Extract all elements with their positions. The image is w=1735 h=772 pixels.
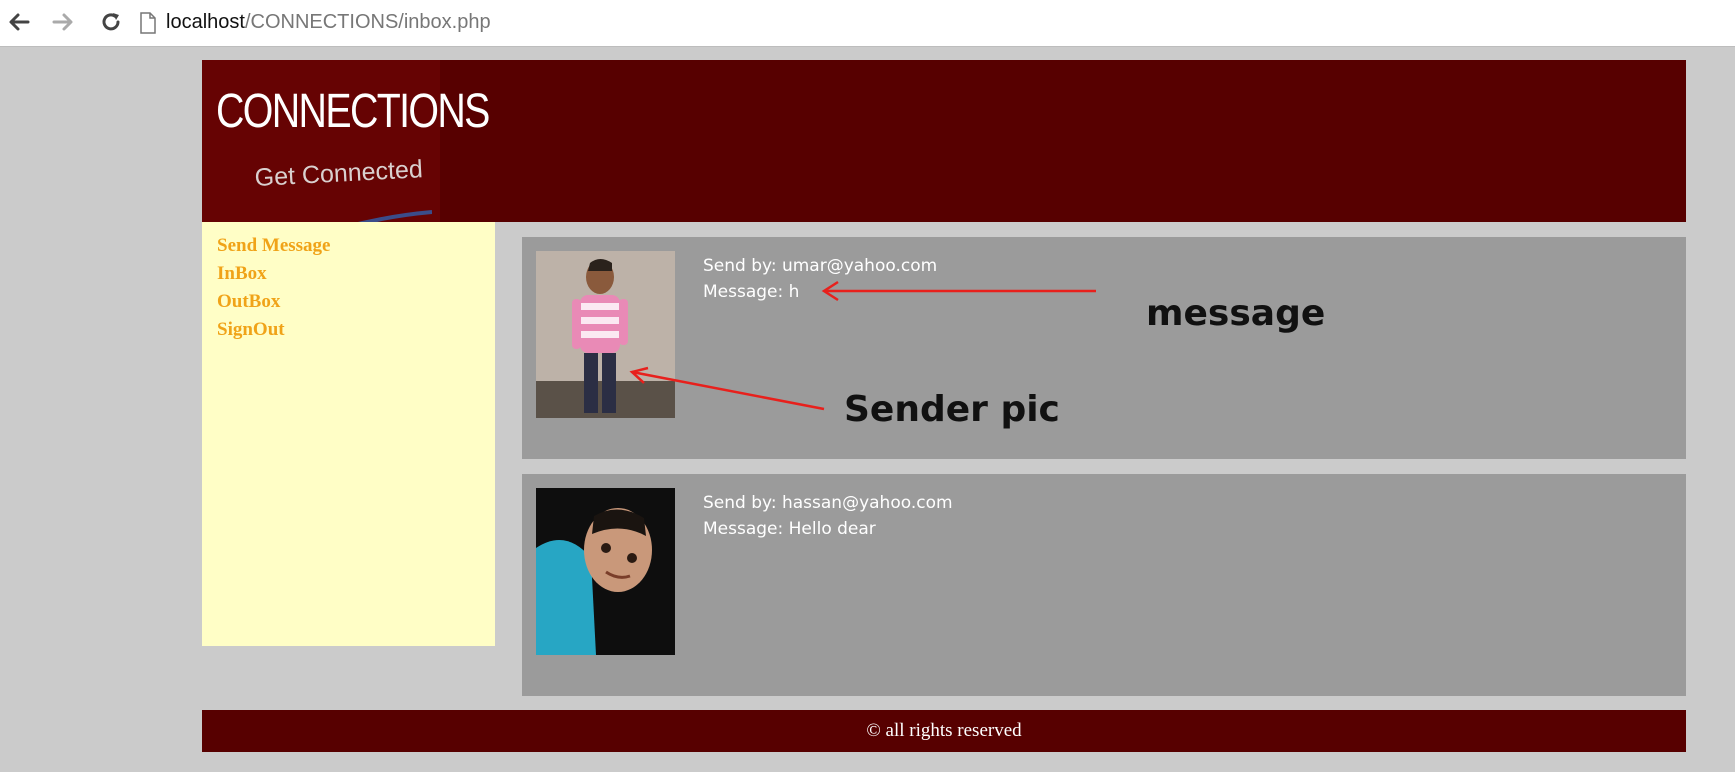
annotation-message-label: message [1146,293,1326,334]
back-button[interactable] [6,9,32,35]
back-arrow-icon [9,13,30,31]
logo-subtitle: Get Connected [254,155,424,192]
site-footer: © all rights reserved [202,710,1686,752]
site-header: CONNECTIONS Get Connected [202,60,1686,230]
page-icon [140,11,156,34]
address-bar[interactable]: localhost/CONNECTIONS/inbox.php [138,6,1728,39]
message-body: Message: h [703,282,800,302]
footer-copyright: © all rights reserved [866,720,1022,741]
forward-button[interactable] [50,9,76,35]
site-logo[interactable]: CONNECTIONS Get Connected [202,60,490,230]
logo-title: CONNECTIONS [216,85,490,138]
message-text: Send by: hassan@yahoo.com Message: Hello… [703,490,953,542]
message-card: Send by: hassan@yahoo.com Message: Hello… [522,474,1686,696]
sender-avatar [536,488,675,655]
message-card: Send by: umar@yahoo.com Message: h [522,237,1686,459]
url-path: /CONNECTIONS/inbox.php [244,11,491,33]
message-sender: Send by: hassan@yahoo.com [703,493,953,513]
annotation-sender-pic-label: Sender pic [844,389,1060,430]
message-text: Send by: umar@yahoo.com Message: h [703,253,937,305]
message-body: Message: Hello dear [703,519,876,539]
reload-icon [102,13,120,31]
reload-button[interactable] [98,9,124,35]
sender-avatar [536,251,675,418]
sidebar-item-signout[interactable]: SignOut [217,316,495,344]
url-host: localhost [166,11,245,33]
sidebar-item-outbox[interactable]: OutBox [217,288,495,316]
sidebar-item-inbox[interactable]: InBox [217,260,495,288]
forward-arrow-icon [52,13,73,31]
message-sender: Send by: umar@yahoo.com [703,256,938,276]
sidebar-item-send-message[interactable]: Send Message [217,232,495,260]
browser-toolbar: localhost/CONNECTIONS/inbox.php [0,0,1735,47]
sidebar: Send Message InBox OutBox SignOut [202,222,495,646]
